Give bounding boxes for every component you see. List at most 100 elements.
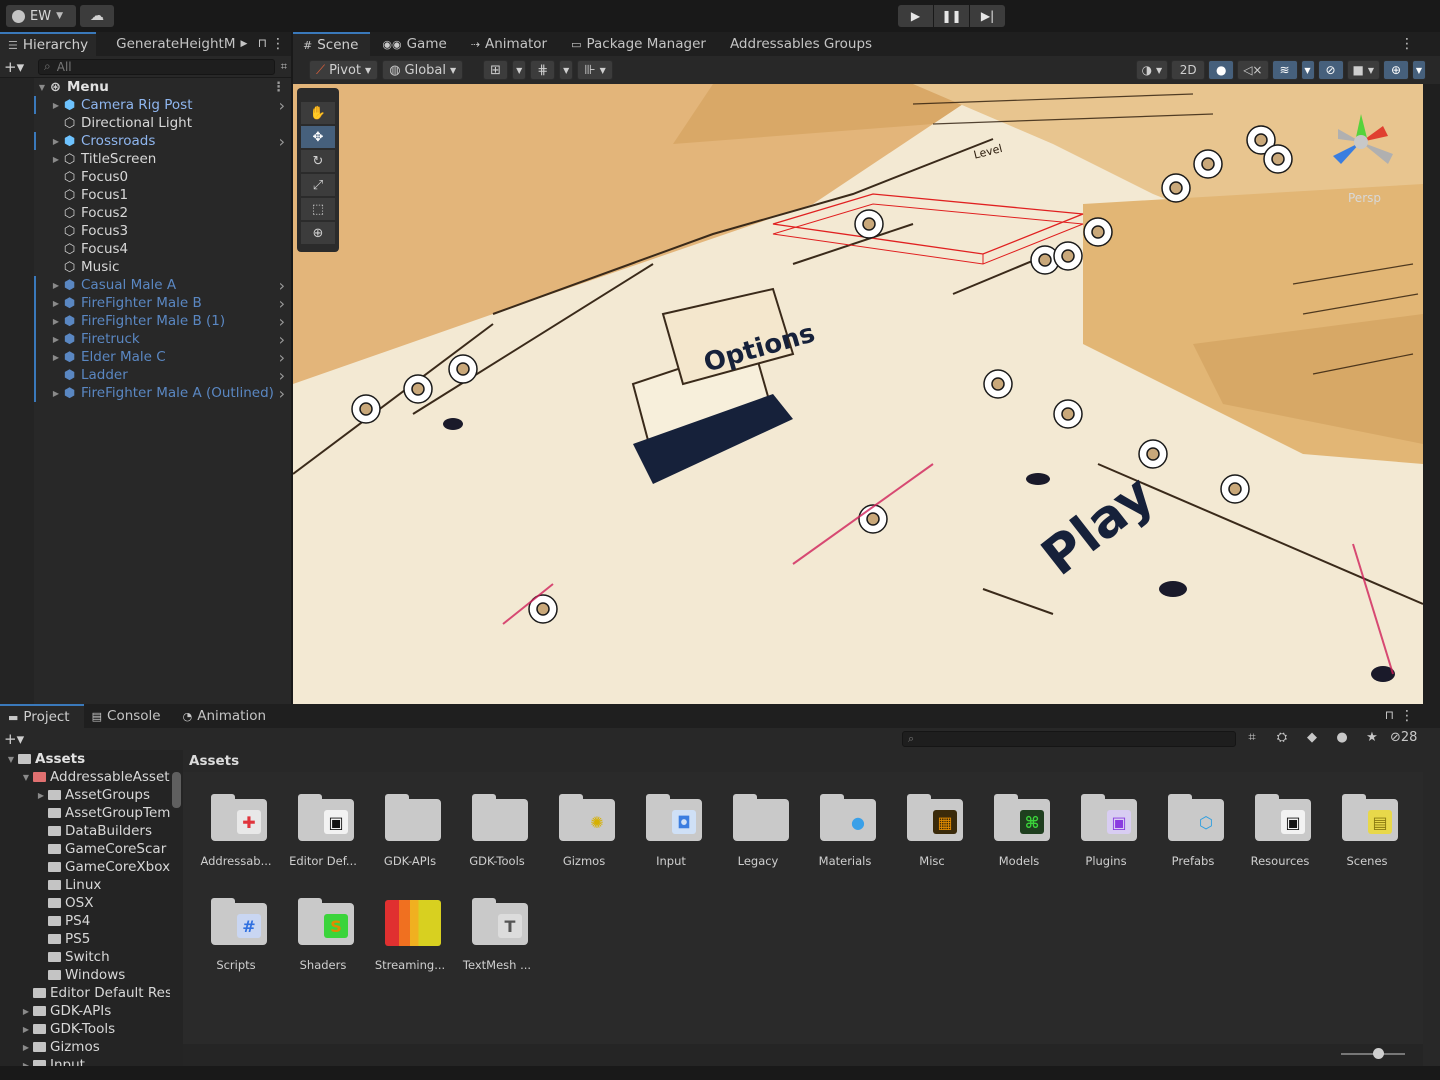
filter-by-label-icon[interactable]: ◆ [1300,730,1324,745]
hand-tool-button[interactable]: ✋ [301,102,335,124]
pause-button[interactable]: ❚❚ [934,5,969,27]
tab-scene[interactable]: # Scene [293,32,371,56]
fold-arrow-icon[interactable]: ▶ [19,1043,33,1052]
hierarchy-item[interactable]: ▶ ⬢ FireFighter Male B › [0,294,291,313]
fold-arrow-icon[interactable]: ▶ [19,1025,33,1034]
asset-folder-item[interactable]: GDK-APIs [367,794,453,884]
gizmos-dropdown[interactable]: ▼ [1412,60,1426,80]
fold-arrow-icon[interactable]: ▶ [50,317,62,326]
kebab-menu-icon[interactable]: ⋮ [272,80,285,95]
hierarchy-search-input[interactable]: ⌕ All [38,58,275,75]
fold-arrow-icon[interactable]: ▶ [50,335,62,344]
folder-tree-item[interactable]: PS5 [0,930,170,948]
icon-size-slider[interactable] [1341,1048,1405,1059]
folder-tree-item[interactable]: GameCoreScar [0,840,170,858]
audio-toggle[interactable]: ◁× [1237,60,1269,80]
hierarchy-scene-root[interactable]: ▼ ⊛ Menu ⋮ [0,78,291,96]
play-button[interactable]: ▶ [898,5,933,27]
open-prefab-arrow-icon[interactable]: › [279,348,285,367]
asset-folder-item[interactable]: ▦ Misc [889,794,975,884]
pivot-dropdown[interactable]: ⟋ Pivot ▼ [309,60,379,80]
open-prefab-arrow-icon[interactable]: › [279,96,285,115]
tree-scrollbar[interactable] [170,750,183,1066]
fold-arrow-icon[interactable]: ▶ [50,137,62,146]
transform-tool-button[interactable]: ⊕ [301,222,335,244]
step-button[interactable]: ▶| [970,5,1005,27]
hierarchy-item[interactable]: ▶ ⬢ Camera Rig Post › [0,96,291,115]
rotate-tool-button[interactable]: ↻ [301,150,335,172]
hierarchy-item[interactable]: ⬡ Focus4 [0,240,291,258]
folder-tree-item[interactable]: Linux [0,876,170,894]
effects-toggle[interactable]: ≋ [1271,60,1298,80]
increment-snap-button[interactable]: ⋕ [530,60,556,80]
hierarchy-item[interactable]: ▶ ⬢ FireFighter Male A (Outlined) › [0,384,291,403]
folder-tree-item[interactable]: ▼ AddressableAsset [0,768,170,786]
asset-folder-item[interactable]: ▤ Scenes [1324,794,1410,884]
ruler-button[interactable]: ⊪ ▼ [577,60,613,80]
hierarchy-item[interactable]: ▶ ⬢ Firetruck › [0,330,291,349]
open-prefab-arrow-icon[interactable]: › [279,330,285,349]
folder-tree-item[interactable]: ▶ GDK-Tools [0,1020,170,1038]
fold-arrow-icon[interactable]: ▶ [50,389,62,398]
fold-arrow-icon[interactable]: ▼ [36,83,48,92]
fold-arrow-icon[interactable]: ▶ [50,299,62,308]
tab-project[interactable]: ▬ Project [0,704,84,728]
icon-size-slider-knob[interactable] [1373,1048,1384,1059]
hierarchy-item[interactable]: ▶ ⬡ TitleScreen [0,150,291,168]
asset-folder-item[interactable]: Streaming... [367,898,453,988]
asset-folder-item[interactable]: ✚ Addressab... [193,794,279,884]
breadcrumb-assets[interactable]: Assets [189,753,239,769]
scene-visibility-toggle[interactable]: ⊘ [1317,60,1344,80]
hierarchy-item[interactable]: ⬡ Directional Light [0,114,291,132]
folder-tree-item[interactable]: ▶ GDK-APIs [0,1002,170,1020]
folder-tree-item[interactable]: ▶ Input [0,1056,170,1066]
grid-dropdown[interactable]: ▼ [512,60,527,80]
folder-tree-item[interactable]: ▶ Gizmos [0,1038,170,1056]
search-options-icon[interactable]: ⌗ [281,60,287,74]
account-dropdown[interactable]: EW ▼ [6,5,76,27]
fold-arrow-icon[interactable]: ▶ [50,281,62,290]
tab-console[interactable]: ▤ Console [84,704,175,728]
asset-folder-item[interactable]: T TextMesh ... [454,898,540,988]
open-prefab-arrow-icon[interactable]: › [279,384,285,403]
folder-tree-item[interactable]: Windows [0,966,170,984]
warning-icon[interactable]: ● [1330,730,1354,745]
tab-animation[interactable]: ◔ Animation [175,704,280,728]
draw-mode-dropdown[interactable]: ◑ ▼ [1135,60,1169,80]
grid-snap-button[interactable]: ⊞ [483,60,509,80]
tab-animator[interactable]: ⇢ Animator [459,32,559,56]
fold-arrow-icon[interactable]: ▶ [50,353,62,362]
folder-tree-item[interactable]: Editor Default Res [0,984,170,1002]
tab-addressables-groups[interactable]: Addressables Groups [718,32,884,56]
fold-arrow-icon[interactable]: ▶ [19,1007,33,1016]
folder-tree-item[interactable]: GameCoreXbox [0,858,170,876]
hierarchy-item[interactable]: ⬡ Focus3 [0,222,291,240]
asset-folder-item[interactable]: ▣ Editor Def... [280,794,366,884]
toggle-2d-button[interactable]: 2D [1171,60,1206,80]
favorite-star-icon[interactable]: ★ [1360,730,1384,745]
asset-folder-item[interactable]: Legacy [715,794,801,884]
project-search-input[interactable]: ⌕ [902,731,1236,747]
filter-by-type-icon[interactable]: ⛭ [1270,730,1294,745]
fold-arrow-icon[interactable]: ▶ [50,155,62,164]
asset-folder-item[interactable]: GDK-Tools [454,794,540,884]
snap-dropdown[interactable]: ▼ [559,60,574,80]
open-prefab-arrow-icon[interactable]: › [279,132,285,151]
hierarchy-item[interactable]: ▶ ⬢ Crossroads › [0,132,291,151]
asset-folder-item[interactable]: ⌘ Models [976,794,1062,884]
folder-tree-item[interactable]: Switch [0,948,170,966]
rect-tool-button[interactable]: ⬚ [301,198,335,220]
lock-icon[interactable]: ⊓ [258,36,267,50]
asset-folder-item[interactable]: ⬡ Prefabs [1150,794,1236,884]
scale-tool-button[interactable]: ⤢ [301,174,335,196]
tab-generate-height[interactable]: GenerateHeightM ▶ [96,32,255,56]
fold-arrow-icon[interactable]: ▼ [4,755,18,764]
folder-tree-item[interactable]: DataBuilders [0,822,170,840]
search-options-icon[interactable]: ⌗ [1240,730,1264,745]
asset-folder-item[interactable]: ▣ Resources [1237,794,1323,884]
tab-hierarchy[interactable]: ☰ Hierarchy [0,32,97,56]
global-dropdown[interactable]: ◍ Global ▼ [382,60,464,80]
asset-folder-item[interactable]: ▣ Plugins [1063,794,1149,884]
hierarchy-item[interactable]: ▶ ⬢ FireFighter Male B (1) › [0,312,291,331]
asset-folder-item[interactable]: S Shaders [280,898,366,988]
